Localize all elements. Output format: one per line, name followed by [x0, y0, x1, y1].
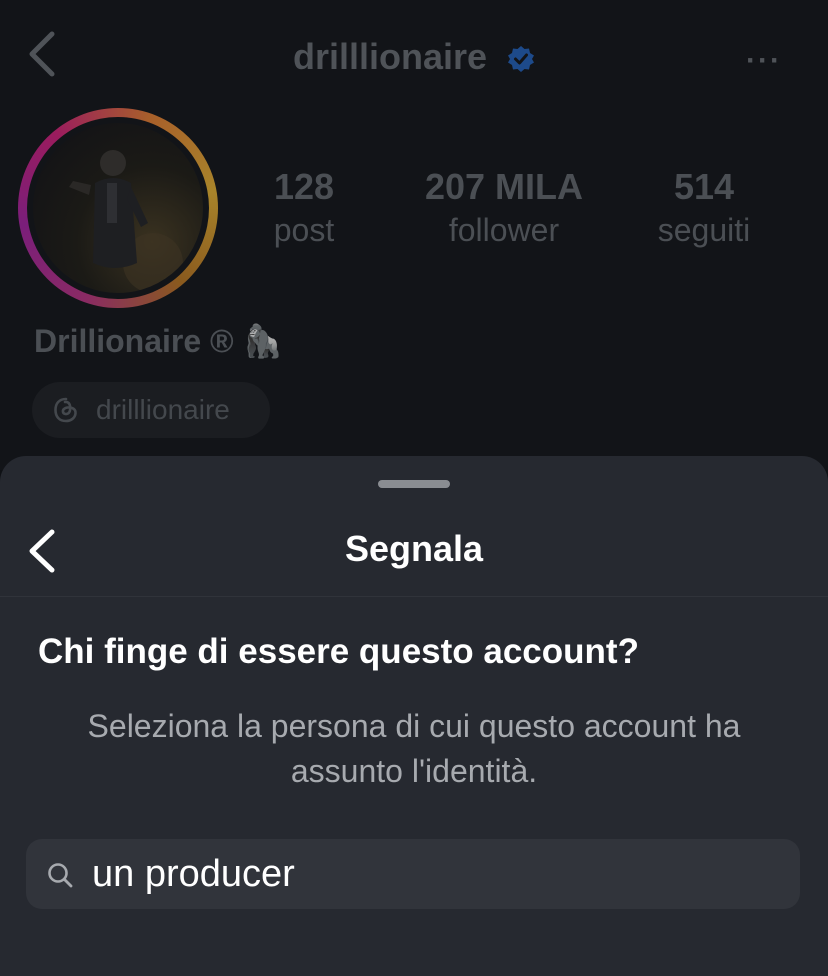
- search-input-value: un producer: [92, 853, 295, 895]
- stat-posts-label: post: [273, 212, 335, 248]
- threads-handle-text: drilllionaire: [96, 394, 230, 425]
- search-input[interactable]: un producer: [26, 839, 800, 909]
- more-options-icon[interactable]: ···: [746, 44, 782, 78]
- stat-posts-value: 128: [273, 166, 335, 207]
- username-text: drilllionaire: [292, 36, 488, 77]
- search-icon: [48, 863, 73, 888]
- stat-followers-value: 207 MILA: [424, 166, 584, 207]
- stat-following[interactable]: 514 seguiti: [640, 166, 768, 249]
- avatar: [33, 123, 203, 293]
- stat-following-label: seguiti: [657, 212, 751, 248]
- profile-display-name: Drillionaire ® 🦍: [34, 323, 283, 359]
- profile-username-header: drilllionaire: [0, 36, 828, 78]
- threads-badge-button[interactable]: drilllionaire: [32, 382, 270, 438]
- report-question-description: Seleziona la persona di cui questo accou…: [87, 708, 741, 789]
- report-bottom-sheet: Segnala Chi finge di essere questo accou…: [0, 456, 828, 976]
- divider: [0, 596, 828, 597]
- avatar-person-silhouette: [69, 150, 183, 293]
- profile-background: drilllionaire ··· 128 post 207 MILA foll…: [0, 0, 828, 470]
- verified-badge-icon: [508, 46, 535, 73]
- avatar-story-ring[interactable]: [18, 108, 218, 308]
- threads-icon: [54, 397, 77, 423]
- stat-posts[interactable]: 128 post: [254, 166, 354, 249]
- sheet-title: Segnala: [344, 528, 484, 569]
- stat-followers-label: follower: [448, 212, 560, 248]
- stat-following-value: 514: [673, 166, 735, 207]
- sheet-drag-handle[interactable]: [378, 480, 450, 488]
- stat-followers[interactable]: 207 MILA follower: [404, 166, 604, 249]
- report-question-heading: Chi finge di essere questo account?: [38, 632, 639, 671]
